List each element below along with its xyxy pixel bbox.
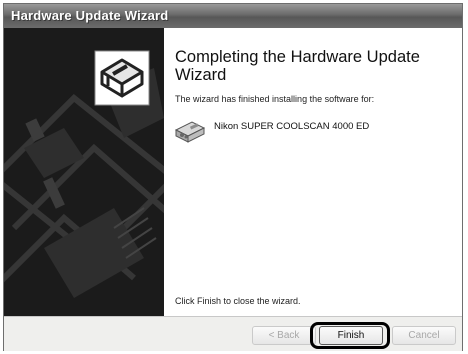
page-title: Completing the Hardware Update Wizard bbox=[175, 48, 420, 84]
hardware-wizard-icon bbox=[94, 50, 150, 106]
button-bar: < Back Finish Cancel bbox=[4, 316, 462, 351]
device-item: Nikon SUPER COOLSCAN 4000 ED bbox=[174, 116, 454, 146]
finish-button[interactable]: Finish bbox=[319, 326, 383, 345]
device-name: Nikon SUPER COOLSCAN 4000 ED bbox=[214, 121, 370, 132]
wizard-content: Completing the Hardware Update Wizard Th… bbox=[164, 28, 462, 316]
cancel-button[interactable]: Cancel bbox=[392, 326, 456, 345]
instruction-text: Click Finish to close the wizard. bbox=[175, 296, 301, 306]
window-title: Hardware Update Wizard bbox=[11, 8, 169, 23]
wizard-window: Hardware Update Wizard Completing the Ha… bbox=[3, 3, 463, 351]
scanner-icon bbox=[174, 121, 206, 143]
description-text: The wizard has finished installing the s… bbox=[175, 94, 375, 104]
back-button[interactable]: < Back bbox=[252, 326, 316, 345]
title-bar[interactable]: Hardware Update Wizard bbox=[4, 4, 462, 28]
wizard-side-banner bbox=[4, 28, 164, 316]
